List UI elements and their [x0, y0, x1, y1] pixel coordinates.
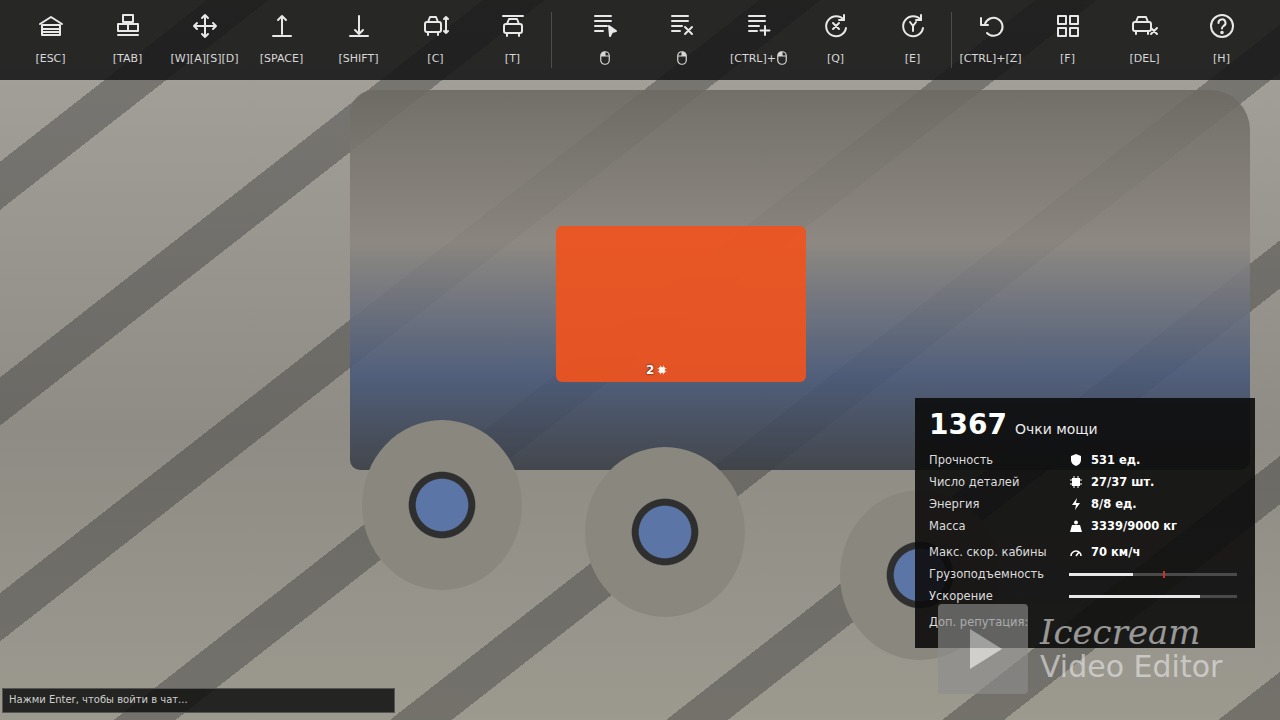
stat-bar [1069, 595, 1237, 598]
toolbar-key-label: [CTRL]+ [730, 50, 787, 66]
mouse-icon [777, 51, 787, 65]
stat-row: Грузоподъемность [929, 563, 1237, 585]
remove-part-icon [668, 12, 696, 40]
stat-label: Энергия [929, 497, 1069, 511]
stat-label: Макс. скор. кабины [929, 545, 1069, 559]
toolbar-key-label: [SPACE] [260, 50, 303, 66]
rotate-y-icon [899, 12, 927, 40]
delete-vehicle-icon [1131, 12, 1159, 40]
stat-row: Масса3339/9000 кг [929, 515, 1237, 537]
lower-icon [345, 12, 373, 40]
undo-icon [977, 12, 1005, 40]
move-icon [191, 12, 219, 40]
stat-bar-marker [1163, 571, 1165, 578]
toolbar-button[interactable] [643, 0, 720, 80]
toolbar-button[interactable]: [F] [1029, 0, 1106, 80]
stat-label: Доп. репутация: [929, 615, 1069, 629]
stat-label: Масса [929, 519, 1069, 533]
toolbar-button[interactable]: [T] [474, 0, 551, 80]
stat-value: 70 км/ч [1069, 545, 1237, 559]
chip-icon [657, 365, 667, 375]
mouse-icon [677, 51, 687, 65]
mouse-icon [600, 51, 610, 65]
toolbar-key-label: [CTRL]+[Z] [959, 50, 1021, 66]
stat-row: Доп. репутация: [929, 611, 1237, 633]
toolbar-button[interactable]: [DEL] [1106, 0, 1183, 80]
toolbar-key-label [677, 50, 687, 66]
stat-bar-fill [1069, 595, 1200, 598]
toolbar-button[interactable]: [C] [397, 0, 474, 80]
help-icon [1208, 12, 1236, 40]
toolbar-button[interactable]: [ESC] [12, 0, 89, 80]
rotate-x-icon [822, 12, 850, 40]
watermark: IcecreamVideo Editor [938, 604, 1222, 694]
garage-screen: 2 [ESC] [TAB] [W][A][S][D] [SPACE] [SHIFT] [C]… [0, 0, 1280, 720]
play-logo-icon [938, 604, 1028, 694]
part-count-label: 2 [646, 363, 667, 377]
stat-value: 531 ед. [1069, 453, 1237, 467]
toolbar-key-label: [E] [905, 50, 921, 66]
garage-icon [37, 12, 65, 40]
energy-icon [1069, 497, 1083, 511]
toolbar-separator [551, 12, 552, 68]
toolbar-button[interactable] [566, 0, 643, 80]
toolbar-key-label: [T] [505, 50, 520, 66]
stats-panel: 1367Очки мощиПрочность531 ед.Число детал… [915, 398, 1255, 648]
power-score: 1367 Очки мощи [929, 408, 1237, 441]
stat-row: Число деталей27/37 шт. [929, 471, 1237, 493]
toolbar-key-label: [F] [1060, 50, 1075, 66]
toolbar-key-label: [TAB] [113, 50, 143, 66]
vehicle-test-icon [499, 12, 527, 40]
toolbar: [ESC] [TAB] [W][A][S][D] [SPACE] [SHIFT] [C] [… [0, 0, 1280, 80]
toolbar-button[interactable]: [Q] [797, 0, 874, 80]
toolbar-button[interactable]: [W][A][S][D] [166, 0, 243, 80]
shield-icon [1069, 453, 1083, 467]
selected-part[interactable] [556, 226, 806, 382]
power-label: Очки мощи [1015, 421, 1098, 437]
toolbar-key-label: [ESC] [35, 50, 65, 66]
toolbar-key-label: [SHIFT] [339, 50, 379, 66]
add-part-icon [745, 12, 773, 40]
vehicle-height-icon [422, 12, 450, 40]
stat-label: Ускорение [929, 589, 1069, 603]
raise-icon [268, 12, 296, 40]
stat-value: 27/37 шт. [1069, 475, 1237, 489]
stat-bar-fill [1069, 573, 1133, 576]
toolbar-button[interactable]: [CTRL]+ [720, 0, 797, 80]
vehicle-wheel [362, 420, 522, 590]
watermark-text: IcecreamVideo Editor [1040, 615, 1222, 682]
chip-icon [1069, 475, 1083, 489]
toolbar-button[interactable]: [SPACE] [243, 0, 320, 80]
toolbar-separator [951, 12, 952, 68]
toolbar-button[interactable]: [CTRL]+[Z] [952, 0, 1029, 80]
toolbar-key-label: [Q] [827, 50, 844, 66]
stat-value: 8/8 ед. [1069, 497, 1237, 511]
toolbar-button[interactable]: [H] [1183, 0, 1260, 80]
power-value: 1367 [929, 408, 1007, 441]
toolbar-key-label: [DEL] [1129, 50, 1159, 66]
toolbar-key-label: [H] [1213, 50, 1230, 66]
select-part-icon [591, 12, 619, 40]
chat-input[interactable]: Нажми Enter, чтобы войти в чат... [2, 688, 395, 713]
toolbar-button[interactable]: [TAB] [89, 0, 166, 80]
stat-row: Энергия8/8 ед. [929, 493, 1237, 515]
stat-label: Число деталей [929, 475, 1069, 489]
stat-row: Ускорение [929, 585, 1237, 607]
layout-icon [1054, 12, 1082, 40]
toolbar-key-label: [C] [427, 50, 443, 66]
toolbar-key-label [600, 50, 610, 66]
speed-icon [1069, 545, 1083, 559]
stat-label: Прочность [929, 453, 1069, 467]
stat-label: Грузоподъемность [929, 567, 1069, 581]
inventory-icon [114, 12, 142, 40]
stat-bar [1069, 573, 1237, 576]
weight-icon [1069, 519, 1083, 533]
toolbar-key-label: [W][A][S][D] [170, 50, 238, 66]
stat-value: 3339/9000 кг [1069, 519, 1237, 533]
stat-row: Макс. скор. кабины70 км/ч [929, 541, 1237, 563]
toolbar-button[interactable]: [SHIFT] [320, 0, 397, 80]
vehicle-wheel [585, 447, 745, 617]
stat-row: Прочность531 ед. [929, 449, 1237, 471]
toolbar-button[interactable]: [E] [874, 0, 951, 80]
